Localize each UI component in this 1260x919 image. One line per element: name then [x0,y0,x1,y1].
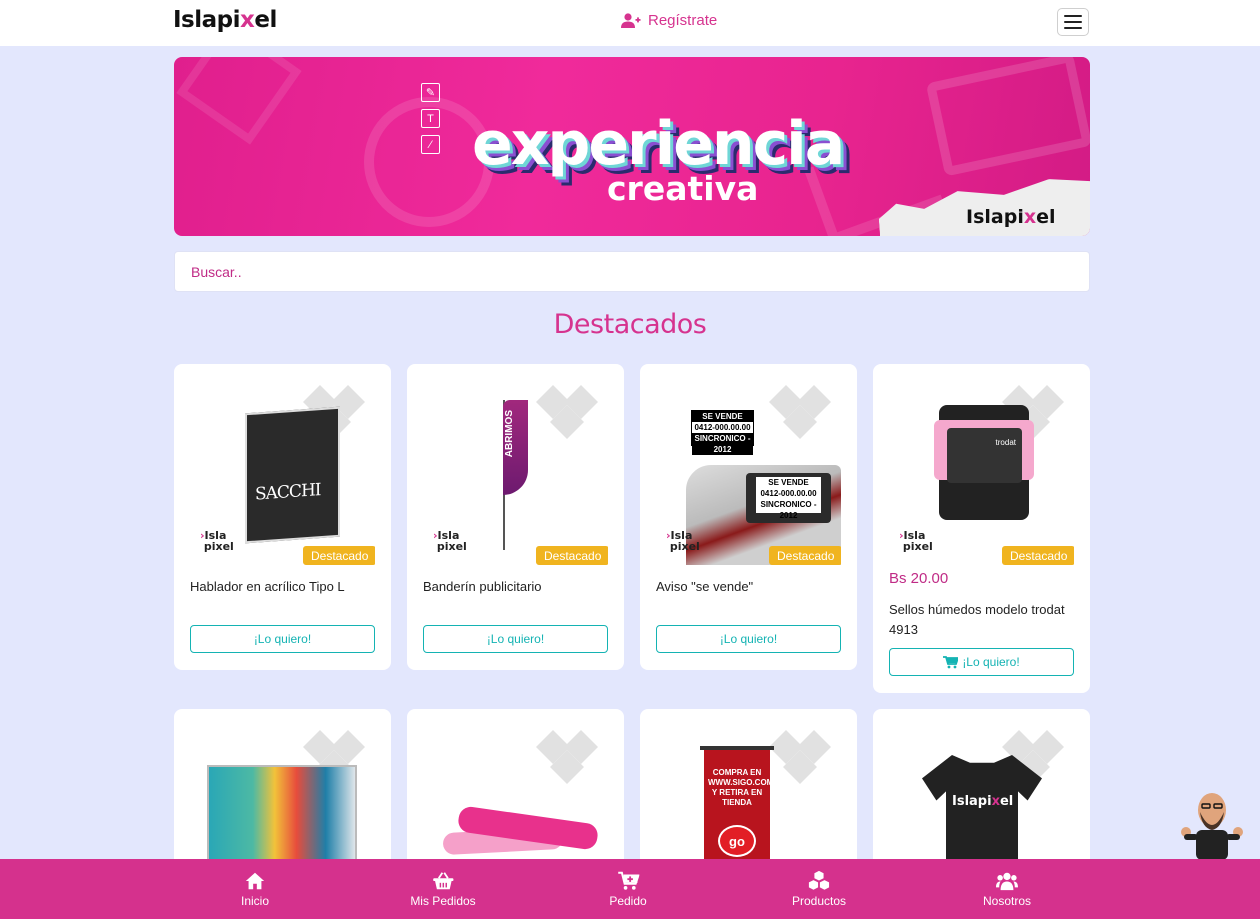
flag-text: ABRIMOS [504,410,515,458]
product-image[interactable]: ABRIMOS ›Isla pixel Destacado [423,380,608,565]
section-title: Destacados [553,309,707,340]
want-it-button[interactable]: ¡Lo quiero! [423,625,608,653]
flag-banner-image: ABRIMOS [503,400,528,495]
watermark-logo: ›Isla pixel [200,529,234,553]
brand-logo[interactable]: Islapixel [173,7,277,33]
cart-plus-icon [617,871,639,890]
users-icon [996,872,1018,891]
basket-icon [432,872,454,890]
tshirt-logo: Islapixel [952,794,1014,809]
product-image[interactable]: SACCHI ›Isla pixel Destacado [190,380,375,565]
featured-badge: Destacado [303,546,375,565]
banner-decoration [176,57,302,145]
sign-line: SINCRONICO - 2012 [692,433,753,455]
watermark-icon [533,380,608,450]
featured-badge: Destacado [536,546,608,565]
poster-text: SACCHI [255,480,321,505]
stamp-brand: trodat [995,438,1016,447]
watermark-icon [533,725,608,795]
home-icon [245,872,265,890]
nav-item-nosotros[interactable]: Nosotros [983,859,1031,919]
register-label: Regístrate [648,12,718,29]
product-card: ABRIMOS ›Isla pixel Destacado Banderín p… [407,364,624,670]
featured-badge: Destacado [769,546,841,565]
text-tool-icon: T [421,109,440,128]
sign-line: 0412-000.00.00 [694,423,751,432]
nav-item-inicio[interactable]: Inicio [241,859,269,919]
top-navbar: Islapixel Regístrate [0,0,1260,46]
user-plus-icon [621,12,641,28]
want-it-button[interactable]: ¡Lo quiero! [889,648,1074,676]
banner-rod [700,746,774,750]
want-it-button[interactable]: ¡Lo quiero! [190,625,375,653]
register-link[interactable]: Regístrate [621,12,717,29]
banner-logo-end: el [1036,206,1056,228]
button-label: ¡Lo quiero! [962,655,1020,669]
featured-badge: Destacado [1002,546,1074,565]
nav-label: Pedido [609,894,647,908]
product-price: Bs 20.00 [889,570,949,587]
cubes-icon [808,870,830,890]
stamp-cover: trodat [947,428,1022,483]
menu-toggle-button[interactable] [1057,8,1089,36]
hamburger-bar [1064,15,1082,17]
bottom-navbar: Inicio Mis Pedidos Pedido Productos Noso… [0,859,1260,919]
watermark-icon [766,380,841,450]
cart-icon [943,655,959,668]
product-name: Sellos húmedos modelo trodat 4913 [889,602,1065,637]
car-sign: SE VENDE 0412-000.00.00 SINCRONICO - 201… [756,477,821,520]
sign-line: SE VENDE [768,478,809,487]
hamburger-bar [1064,21,1082,23]
logo-text-end: el [254,7,277,33]
sign-line: 0412-000.00.00 [760,489,817,498]
logo-text: Islapi [173,7,241,33]
banner-subheadline: creativa [607,169,759,208]
banner-logo-text: Islapi [966,206,1024,228]
want-it-button[interactable]: ¡Lo quiero! [656,625,841,653]
product-image[interactable]: trodat ›Isla pixel Destacado [889,380,1074,565]
banner-text: COMPRA EN WWW.SIGO.COM.VE Y RETIRA EN TI… [708,768,787,807]
product-card: SE VENDE 0412-000.00.00 SINCRONICO - 201… [640,364,857,670]
product-name: Banderín publicitario [423,579,542,594]
product-name: Hablador en acrílico Tipo L [190,579,345,594]
product-image[interactable]: SE VENDE 0412-000.00.00 SINCRONICO - 201… [656,380,841,565]
product-card: SACCHI ›Isla pixel Destacado Hablador en… [174,364,391,670]
nav-item-pedido[interactable]: Pedido [609,859,647,919]
nav-label: Mis Pedidos [410,894,476,908]
watermark-logo: ›Isla pixel [899,529,933,553]
eyedropper-icon: ⁄ [421,135,440,154]
acrylic-display-image: SACCHI [245,406,340,544]
nav-label: Productos [791,894,847,908]
product-card: trodat ›Isla pixel Destacado Bs 20.00 Se… [873,364,1090,693]
nav-item-mis-pedidos[interactable]: Mis Pedidos [410,859,476,919]
search-input[interactable] [174,251,1090,292]
sign-line: SE VENDE [692,411,753,422]
logo-x: x [240,7,255,33]
watermark-logo: ›Isla pixel [433,529,467,553]
pen-tool-icon: ✎ [421,83,440,102]
nav-label: Inicio [240,894,270,908]
banner-logo: Islapixel [966,206,1056,228]
banner-tool-icons: ✎ T ⁄ [421,83,440,154]
product-name: Aviso "se vende" [656,579,754,594]
sale-sign-image: SE VENDE 0412-000.00.00 SINCRONICO - 201… [691,410,754,455]
go-logo: go [718,825,756,857]
banner-logo-x: x [1023,206,1037,228]
mascot-chatbot-icon[interactable] [1178,788,1246,860]
hamburger-bar [1064,27,1082,29]
nav-label: Nosotros [982,894,1032,908]
watermark-logo: ›Isla pixel [666,529,700,553]
nav-item-productos[interactable]: Productos [792,859,846,919]
banner-decoration [925,57,1090,177]
hero-banner[interactable]: ✎ T ⁄ experiencia creativa Islapixel [174,57,1090,236]
